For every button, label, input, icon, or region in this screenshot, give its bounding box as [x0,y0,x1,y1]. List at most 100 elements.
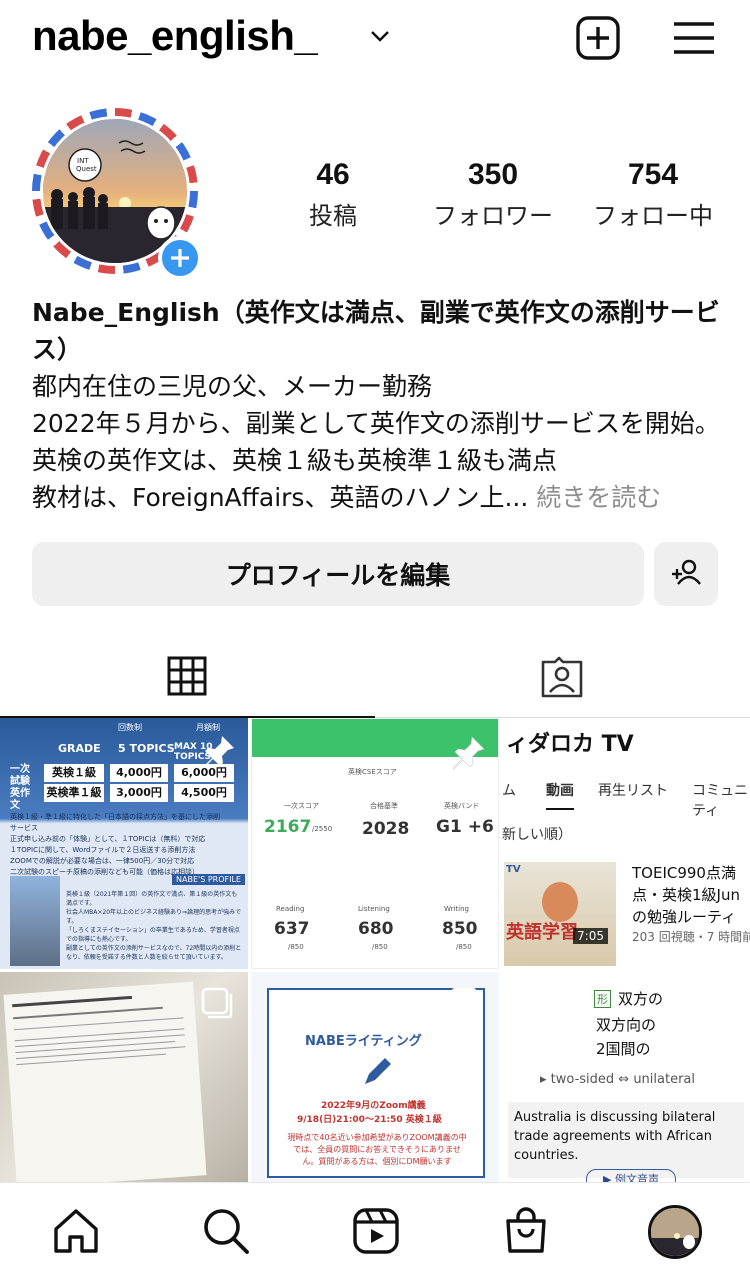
post-bullet: ZOOMでの解説が必要な場合は、一律500円／30分で対応 [10,857,195,865]
post-text: 双方の [618,990,664,1008]
post-text: 一次スコア [284,802,319,810]
bio-line-truncated: 教材は、ForeignAffairs、英語のハノン上... 続きを読む [32,479,722,516]
post-text: 637 [274,919,310,939]
profile-bio: Nabe_English（英作文は満点、副業で英作文の添削サービス） 都内在住の… [32,294,722,516]
bio-text: 教材は、ForeignAffairs、英語のハノン上... [32,483,529,512]
add-story-button[interactable] [158,236,202,280]
menu-icon[interactable] [670,14,718,62]
create-post-icon[interactable] [574,14,622,62]
stat-label: 投稿 [309,202,357,230]
text-line [15,1041,176,1054]
edit-profile-button[interactable]: プロフィールを編集 [32,542,644,606]
bio-line: 2022年５月から、副業として英作文の添削サービスを開始。英検の英作文は、英検１… [32,409,720,475]
post-text: 850 [442,919,478,939]
profile-header: nabe_english_ [0,0,750,80]
post-text: ▶ 例文音声 [586,1169,676,1182]
post-text: 英検バンド [444,802,480,810]
add-person-icon [672,559,701,585]
discover-people-button[interactable] [654,542,718,606]
post-text: 2022年9月のZoom講義 [321,1101,426,1111]
post-text: 英検１級・準１級に特化した「日本語の採点方法」を基にした添削サービス 正式申し込… [10,812,220,878]
post-bullet: 英検１級（2021年第１回）の英作文で満点、第１級の英作文も満点です。 [66,891,238,907]
document-photo [3,981,207,1182]
post-text: Reading [276,905,305,913]
tab-tagged[interactable] [375,636,750,718]
post-text: 動画 [546,780,574,810]
post-text: 4,500円 [174,784,234,802]
post-text: 3,000円 [110,784,168,802]
post-text: G1 +6 [436,817,494,837]
search-icon[interactable] [200,1205,252,1257]
post-thumbnail[interactable]: 英検CSEスコア 一次スコア 2167 /2550 合格基準 2028 英検バン… [251,718,499,969]
post-text: 203 回視聴・7 時間前 [632,930,750,944]
read-more-link[interactable]: 続きを読む [536,483,661,512]
post-text: ▸ two-sided ⇔ unilateral [540,1072,696,1087]
posts-count[interactable]: 46 投稿 [258,158,408,231]
post-thumbnail[interactable]: NABEライティング 2022年9月のZoom講義 9/18(日)21:00～2… [251,972,499,1182]
post-text: 4,000円 [110,764,168,782]
post-text: Australia is discussing bilateral trade … [514,1110,716,1163]
post-text: 2国間の [596,1040,651,1058]
post-thumbnail[interactable]: ィダロカ TV ム 動画 再生リスト コミュニティ 新しい順） TV 英語学習 … [502,718,750,1182]
pin-icon [452,736,485,770]
post-text: TV [506,864,521,875]
post-text: GRADE [58,742,101,755]
shop-icon[interactable] [500,1205,552,1257]
post-text: 現時点で40名近い参加希望がありZOOM講義の中では、全員の質問にお答えできそう… [287,1133,467,1166]
post-bullet: 社会人MBA×20年以上のビジネス経験あり⇒論理的思考が強みです。 [66,909,242,925]
post-bullet: １TOPICに関して、Wordファイルで２日返送する添削方法 [10,846,196,854]
post-bullet: 英検１級・準１級に特化した「日本語の採点方法」を基にした添削サービス [10,813,220,832]
post-text: Listening [358,905,390,913]
post-text: 2028 [362,819,410,839]
carousel-icon [701,987,733,1019]
tagged-person-icon [541,656,583,698]
post-text: TOEIC990点満点・英検1級Jun の勉強ルーティーン 2022 [632,864,740,926]
post-text: 英検準１級 [44,784,104,802]
username-switcher[interactable]: nabe_english_ [32,12,318,60]
video-thumbnail: TV 英語学習 7:05 [504,862,616,970]
post-text: 双方向の [596,1016,657,1034]
text-line [13,1017,184,1031]
post-text: 英検１級（2021年第１回）の英作文で満点、第１級の英作文も満点です。 社会人M… [66,890,242,962]
post-bullet: 「しろくまステイセーション」の卒業生であるため、学習者視点での指導にも熱心です。 [66,927,240,943]
following-count[interactable]: 754 フォロー中 [578,158,728,231]
post-text: 7:05 [573,928,608,944]
post-text: NABE'S PROFILE [172,874,245,885]
svg-text:Quest: Quest [76,165,97,173]
reels-icon[interactable] [350,1205,402,1257]
text-line [12,995,133,1008]
pen-icon [365,1058,391,1084]
post-photo [10,876,60,966]
chevron-down-icon[interactable] [368,26,392,46]
tab-posts-grid[interactable] [0,636,375,718]
post-text: コミュニティ [692,783,748,819]
profile-tabs [0,636,750,718]
followers-count[interactable]: 350 フォロワー [418,158,568,231]
bio-line: 都内在住の三児の父、メーカー勤務 [32,372,433,401]
post-text: 英検CSEスコア [348,768,397,776]
post-text: 2167 [264,817,312,837]
text-line [16,1053,167,1066]
post-text: ム [502,783,516,799]
post-bullet: 正式申し込み前の「体験」として、１TOPICは（無料）で対応 [10,835,206,843]
post-text: NABEライティング [305,1034,422,1049]
bottom-nav [0,1182,750,1280]
home-icon[interactable] [50,1205,102,1257]
post-text: Writing [444,905,469,913]
carousel-icon [450,987,482,1019]
post-bullet: 副業としての英作文の添削サービスなので、72時間以内の添削となり、依頼を受諾する… [66,945,242,961]
example-sentence: Australia is discussing bilateral trade … [508,1102,744,1182]
post-thumbnail[interactable] [0,972,248,1182]
svg-text:INT: INT [77,157,89,165]
grid-icon [167,656,207,696]
post-text: /850 [456,943,472,951]
post-text: ィダロカ TV [506,732,634,757]
post-thumbnail[interactable]: 回数制 月額制 GRADE 5 TOPICS MAX 10 TOPICS 一次試… [0,718,248,969]
post-text: 回数制 [118,723,142,732]
post-text: 再生リスト [598,783,668,799]
pin-icon [203,736,234,768]
post-text: 680 [358,919,394,939]
post-text: /2550 [312,825,333,833]
posts-grid: 回数制 月額制 GRADE 5 TOPICS MAX 10 TOPICS 一次試… [0,718,750,1182]
profile-nav-avatar[interactable] [648,1205,702,1259]
